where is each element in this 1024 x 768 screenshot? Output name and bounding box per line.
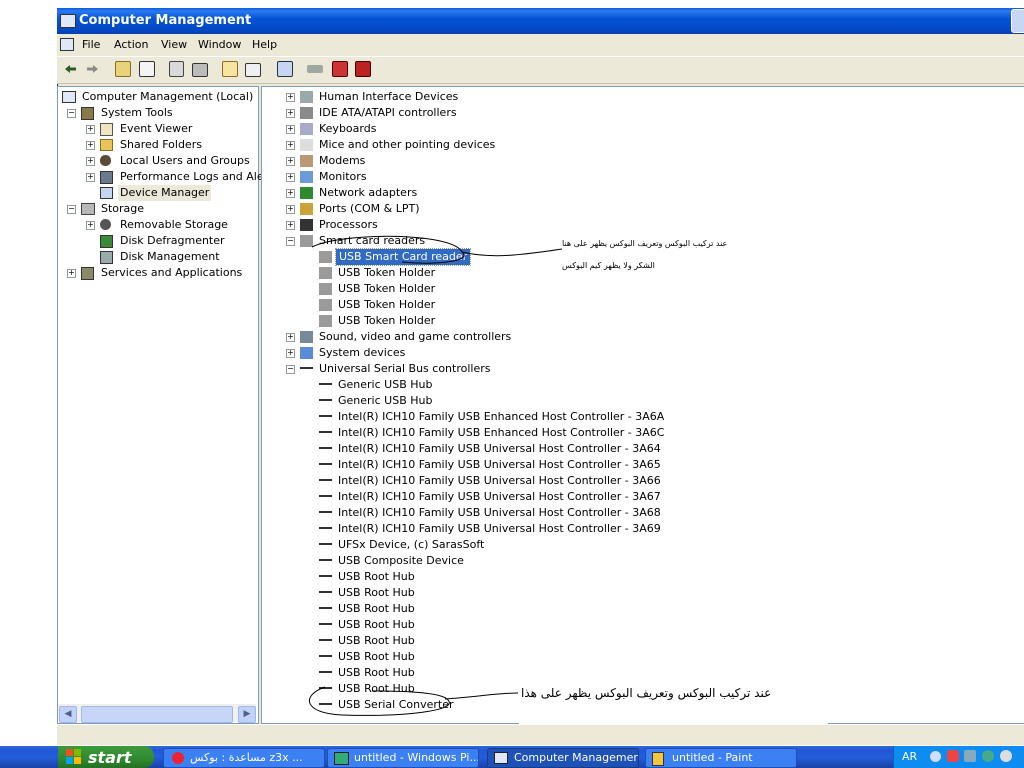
- annotation-ellipse: [311, 235, 465, 264]
- tree-node-label: Disk Defragmenter: [120, 234, 225, 247]
- horizontal-scrollbar[interactable]: ◀ ▶: [58, 704, 256, 723]
- taskbar-item-computer-management[interactable]: Computer Management: [487, 748, 639, 768]
- tree-node-label: Removable Storage: [120, 218, 228, 231]
- defrag-icon: [100, 235, 113, 248]
- volume-tray-icon[interactable]: [1000, 750, 1012, 762]
- scan-hardware-icon[interactable]: [277, 61, 293, 77]
- computer-icon: [494, 752, 508, 764]
- console-tree-pane: Computer Management (Local) − System Too…: [57, 86, 278, 724]
- removable-storage-icon: [100, 219, 111, 230]
- tree-node-label: Performance Logs and Alerts: [120, 170, 279, 183]
- tree-node-label: Device Manager: [118, 185, 212, 201]
- system-menu-icon[interactable]: [60, 38, 74, 51]
- performance-icon: [100, 171, 113, 184]
- tray-app-icon[interactable]: [947, 750, 959, 762]
- device-list-pane: + Human Interface Devices + IDE ATA/ATAPI c…: [261, 86, 1024, 724]
- tree-node-label: Disk Management: [120, 250, 220, 263]
- forward-icon[interactable]: [84, 61, 101, 78]
- tree-node-label: System Tools: [101, 106, 173, 119]
- scroll-thumb[interactable]: [81, 706, 233, 723]
- taskbar-item-label: مساعدة : بوكس z3x ...: [190, 751, 303, 764]
- expand-toggle[interactable]: +: [86, 173, 95, 182]
- menu-file[interactable]: File: [82, 38, 100, 51]
- menu-help[interactable]: Help: [252, 38, 277, 51]
- back-icon[interactable]: [62, 61, 79, 78]
- annotation-box: عند تركيب البوكس وتعريف البوكس يظهر على …: [519, 680, 828, 730]
- storage-icon: [81, 203, 95, 215]
- shared-folder-icon: [100, 139, 113, 151]
- device-manager-icon: [100, 187, 113, 199]
- start-button[interactable]: start: [58, 746, 154, 768]
- collapse-toggle[interactable]: −: [67, 109, 76, 118]
- users-icon: [100, 155, 111, 166]
- disk-management-icon: [100, 251, 113, 264]
- scroll-right-button[interactable]: ▶: [238, 706, 256, 723]
- system-tray: AR: [893, 746, 1024, 768]
- update-driver-icon[interactable]: [307, 65, 323, 73]
- up-folder-icon[interactable]: [115, 61, 131, 77]
- menu-bar: File Action View Window Help: [57, 34, 1024, 57]
- taskbar: start مساعدة : بوكس z3x ... untitled - W…: [0, 746, 1024, 768]
- picture-viewer-icon: [334, 752, 349, 765]
- taskbar-item-label: Computer Management: [514, 751, 639, 764]
- computer-icon: [62, 91, 76, 103]
- expand-toggle[interactable]: +: [86, 221, 95, 230]
- services-icon: [81, 267, 94, 280]
- status-bar: [57, 724, 1024, 745]
- uninstall-icon[interactable]: [332, 61, 348, 77]
- collapse-toggle[interactable]: −: [67, 205, 76, 214]
- window-title: Computer Management: [79, 13, 252, 28]
- taskbar-item-label: untitled - Windows Pi...: [354, 751, 479, 764]
- expand-toggle[interactable]: +: [67, 269, 76, 278]
- network-tray-icon[interactable]: [964, 750, 976, 762]
- annotation-leader-line: [461, 248, 563, 257]
- menu-view[interactable]: View: [161, 38, 187, 51]
- annotation-note-2: الشكر ولا يظهر كيم البوكس: [562, 261, 655, 270]
- windows-logo-icon: [66, 749, 81, 764]
- menu-window[interactable]: Window: [198, 38, 241, 51]
- annotation-leader-line: [444, 692, 519, 700]
- print-icon[interactable]: [192, 63, 208, 77]
- window-control-button[interactable]: [1011, 9, 1024, 33]
- taskbar-item-forum[interactable]: مساعدة : بوكس z3x ...: [163, 748, 325, 768]
- properties-icon[interactable]: [169, 61, 184, 77]
- tree-node-label: Computer Management (Local): [82, 90, 254, 103]
- computer-management-icon: [60, 14, 76, 28]
- tree-node-label: Services and Applications: [101, 266, 243, 279]
- expand-toggle[interactable]: +: [86, 141, 95, 150]
- console-icon[interactable]: [245, 63, 261, 77]
- help-icon[interactable]: [222, 61, 238, 77]
- paint-icon: [652, 752, 664, 766]
- title-bar[interactable]: Computer Management: [57, 8, 1024, 34]
- tree-node-label: Storage: [101, 202, 145, 215]
- scroll-left-button[interactable]: ◀: [59, 706, 77, 723]
- taskbar-item-picture-viewer[interactable]: untitled - Windows Pi...: [327, 748, 479, 768]
- menu-action[interactable]: Action: [114, 38, 148, 51]
- toolbar: [57, 57, 1024, 84]
- event-viewer-icon: [100, 123, 113, 136]
- expand-toggle[interactable]: +: [86, 157, 95, 166]
- language-indicator[interactable]: AR: [902, 750, 917, 763]
- tree-node-label: Shared Folders: [120, 138, 202, 151]
- security-tray-icon[interactable]: [982, 750, 994, 762]
- tree-node-label: Event Viewer: [120, 122, 193, 135]
- annotation-note-1: عند تركيب البوكس وتعريف البوكس يظهر على …: [562, 239, 728, 248]
- expand-toggle[interactable]: +: [86, 125, 95, 134]
- taskbar-item-label: untitled - Paint: [672, 751, 753, 764]
- annotation-note-3: عند تركيب البوكس وتعريف البوكس يظهر على …: [521, 686, 772, 700]
- start-label: start: [88, 748, 132, 767]
- disable-icon[interactable]: [355, 61, 371, 77]
- tree-node-label: Local Users and Groups: [120, 154, 250, 167]
- annotation-ellipse: [309, 686, 450, 716]
- show-hide-tree-icon[interactable]: [139, 61, 155, 77]
- taskbar-item-paint[interactable]: untitled - Paint: [645, 748, 797, 768]
- tray-arrow-icon[interactable]: [930, 751, 941, 762]
- tools-icon: [81, 107, 94, 120]
- annotation-strokes: [309, 235, 563, 716]
- chrome-icon: [172, 752, 184, 764]
